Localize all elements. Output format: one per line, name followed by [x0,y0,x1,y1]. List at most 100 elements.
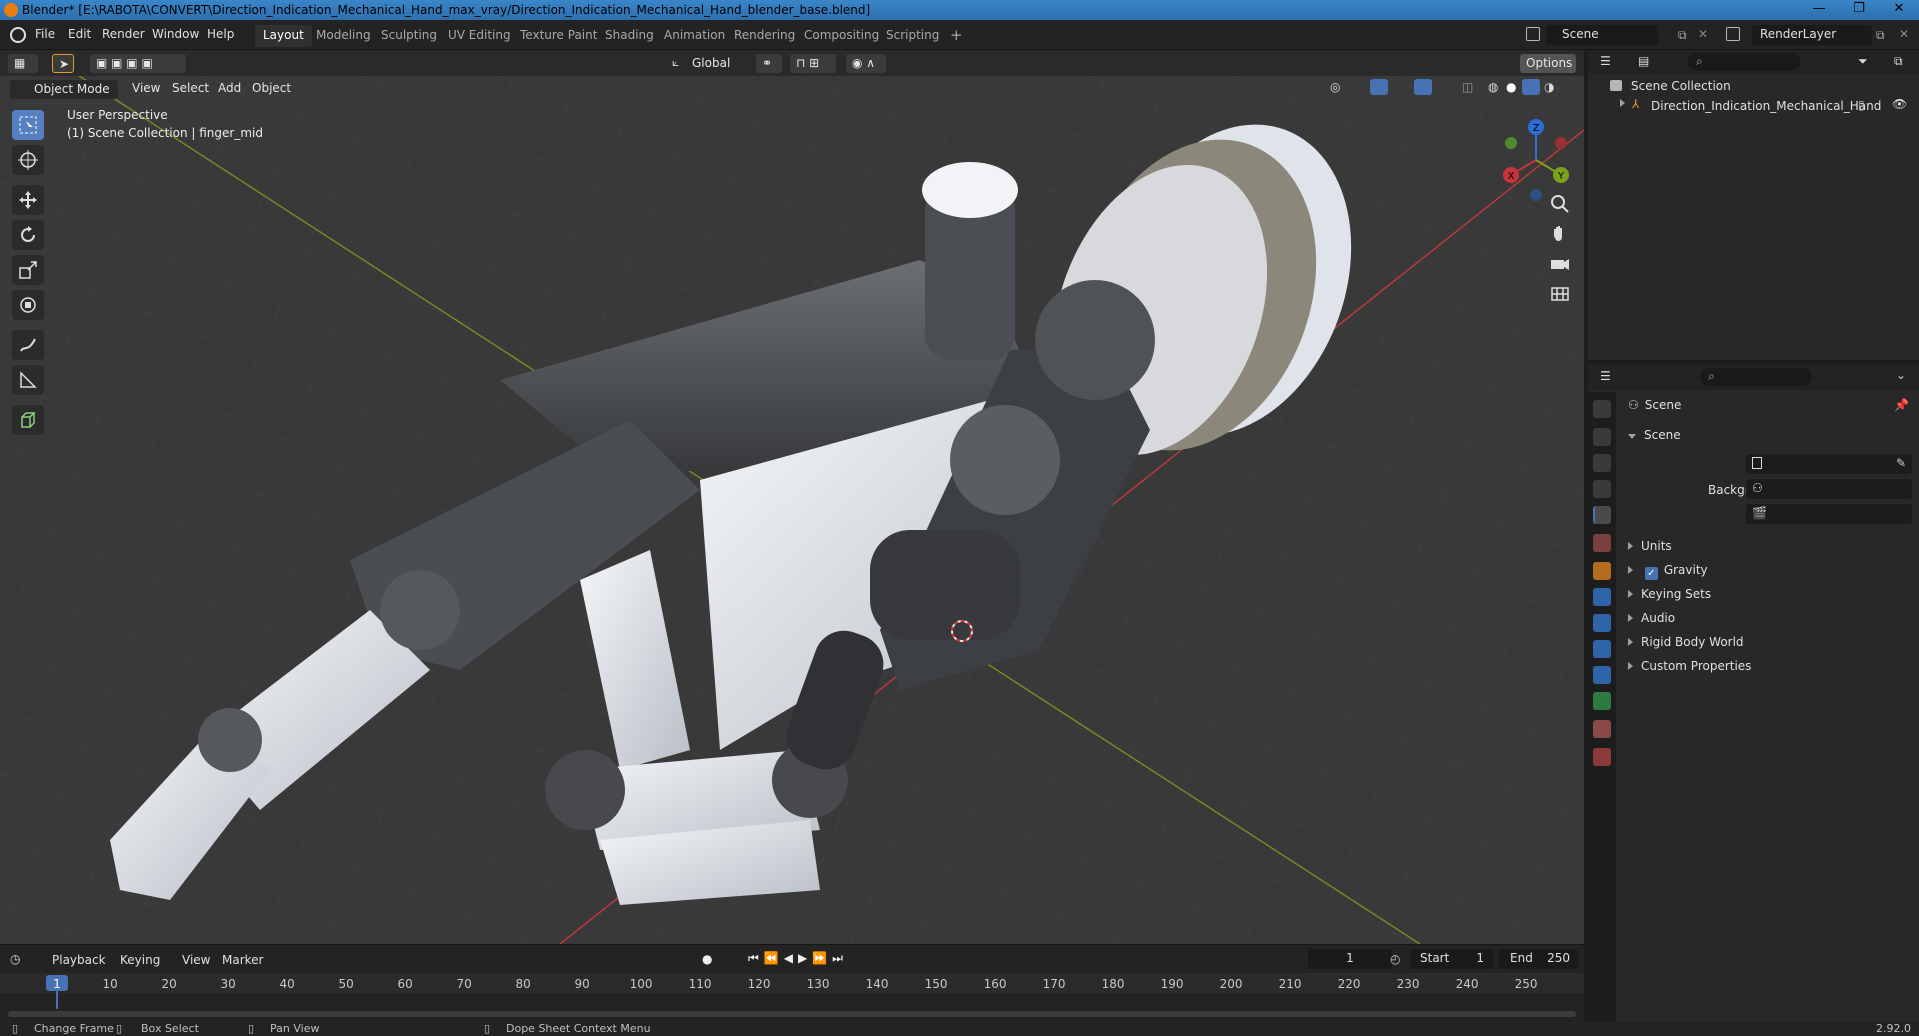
selection-mode-buttons[interactable]: ▣ ▣ ▣ ▣ [90,54,186,73]
timeline-editor-type-icon[interactable]: ◷ [10,952,20,966]
xray-toggle-icon[interactable]: ◫ [1462,80,1473,94]
tab-animation[interactable]: Animation [656,25,733,47]
minimize-button[interactable]: — [1799,0,1839,20]
units-panel[interactable]: Units [1628,539,1672,553]
expand-arrow-icon[interactable] [1620,99,1625,107]
particles-tab-icon[interactable] [1593,614,1611,632]
tab-layout[interactable]: Layout [255,25,312,47]
scene-panel-header[interactable]: Scene [1628,428,1681,442]
rendered-shading-icon[interactable]: ◑ [1544,80,1554,94]
tab-uv-editing[interactable]: UV Editing [440,25,519,47]
gizmo-toggle-icon[interactable] [1370,79,1388,95]
tab-scripting[interactable]: Scripting [878,25,947,47]
material-tab-icon[interactable] [1593,720,1611,738]
material-shading-icon[interactable] [1522,79,1540,95]
active-clip-field[interactable]: 🎬 [1746,504,1912,524]
properties-search-field[interactable]: ⌕ [1700,368,1812,386]
timeline-editor[interactable]: ◷ Playback Keying View Marker ● ⏮⏪◀▶⏩⏭ 1… [0,944,1584,1022]
menu-add[interactable]: Add [218,81,241,95]
outliner-editor[interactable]: ☰ ▤ ⌕ ⏷ ⧉ Scene Collection ⅄ Direction_I… [1588,50,1919,360]
zoom-icon[interactable] [1546,190,1574,218]
tool-scale[interactable] [12,255,44,285]
custom-properties-panel[interactable]: Custom Properties [1628,659,1751,673]
pin-icon[interactable]: 📌 [1894,398,1909,412]
menu-object[interactable]: Object [252,81,291,95]
menu-view[interactable]: View [132,81,160,95]
add-workspace-button[interactable]: + [942,23,971,45]
world-tab-icon[interactable] [1593,534,1611,552]
properties-editor-type-icon[interactable]: ☰ [1600,369,1611,383]
scene-new-icon[interactable]: ⧉ [1678,28,1687,43]
proportional-edit-icon[interactable]: ◉ ∧ [846,54,886,73]
visibility-icon[interactable]: ◎ [1330,80,1340,94]
view-layer-selector[interactable]: RenderLayer [1752,25,1872,45]
menu-playback[interactable]: Playback [52,953,106,967]
scene-remove-icon[interactable]: ✕ [1698,27,1708,41]
select-tool-icon[interactable]: ➤ [52,54,74,73]
background-scene-field[interactable]: ⚇ [1746,479,1912,499]
tool-cursor[interactable] [12,145,44,175]
view-layer-new-icon[interactable]: ⧉ [1876,28,1885,43]
physics-tab-icon[interactable] [1593,640,1611,658]
camera-field[interactable]: ✎ [1746,454,1912,474]
audio-panel[interactable]: Audio [1628,611,1675,625]
menu-marker[interactable]: Marker [222,953,263,967]
menu-file[interactable]: File [35,27,55,41]
tool-annotate[interactable] [12,330,44,360]
overlay-toggle-icon[interactable] [1414,79,1432,95]
tool-transform[interactable] [12,290,44,320]
playback-controls[interactable]: ⏮⏪◀▶⏩⏭ [748,951,848,966]
tab-rendering[interactable]: Rendering [726,25,803,47]
mode-dropdown[interactable]: Object Mode [10,80,118,99]
record-keyframe-icon[interactable]: ● [702,952,712,966]
transform-orientation-dropdown[interactable]: Global [686,54,746,73]
solid-shading-icon[interactable]: ● [1506,80,1516,94]
display-mode-icon[interactable]: ▤ [1638,54,1649,68]
tab-compositing[interactable]: Compositing [796,25,887,47]
filter-icon[interactable]: ⏷ [1858,54,1868,69]
gravity-panel[interactable]: ✓ Gravity [1628,563,1708,580]
3d-viewport[interactable]: ▦ ➤ ▣ ▣ ▣ ▣ ⟀ Global ⚭ ⊓ ⊞ ◉ ∧ Options O… [0,50,1584,944]
object-data-tab-icon[interactable] [1593,692,1611,710]
blender-menu-icon[interactable] [10,27,26,43]
end-frame-field[interactable]: End 250 [1498,949,1578,969]
output-tab-icon[interactable] [1593,454,1611,472]
editor-type-icon[interactable]: ▦ [8,54,38,73]
eyedropper-icon[interactable]: ✎ [1896,456,1906,470]
tab-shading[interactable]: Shading [597,25,662,47]
scene-selector[interactable]: Scene [1546,25,1658,45]
properties-editor[interactable]: ☰ ⌕ ⌄ ⚇Scene 📌 Scene Camera ✎ Background… [1588,364,1919,1022]
tab-sculpting[interactable]: Sculpting [373,25,445,47]
outliner-scene-collection[interactable]: Scene Collection [1588,76,1919,96]
pan-hand-icon[interactable] [1546,220,1574,248]
tool-tab-icon[interactable] [1593,400,1611,418]
view-layer-tab-icon[interactable] [1593,480,1611,498]
visibility-eye-icon[interactable]: 👁 [1892,97,1907,111]
close-button[interactable]: ✕ [1879,0,1919,20]
menu-select[interactable]: Select [172,81,209,95]
current-frame-field[interactable]: 1 [1308,949,1392,969]
constraints-tab-icon[interactable] [1593,666,1611,684]
scene-browse-icon[interactable] [1526,27,1540,41]
options-dropdown[interactable]: Options [1520,54,1576,73]
gravity-checkbox[interactable]: ✓ [1644,567,1658,580]
scene-tab-icon[interactable] [1593,506,1611,524]
texture-tab-icon[interactable] [1593,748,1611,766]
object-tab-icon[interactable] [1593,562,1611,580]
menu-render[interactable]: Render [102,27,145,41]
tool-select-box[interactable] [12,110,44,140]
tab-modeling[interactable]: Modeling [308,25,379,47]
wireframe-shading-icon[interactable]: ◍ [1488,80,1498,94]
tool-rotate[interactable] [12,220,44,250]
menu-keying[interactable]: Keying [120,953,160,967]
outliner-object-row[interactable]: ⅄ Direction_Indication_Mechanical_Hand ▯… [1588,96,1919,116]
camera-view-icon[interactable] [1546,250,1574,278]
snap-toggle-icon[interactable]: ⊓ ⊞ [790,54,836,73]
perspective-toggle-icon[interactable] [1546,280,1574,308]
tool-measure[interactable] [12,365,44,395]
view-layer-remove-icon[interactable]: ✕ [1899,27,1909,41]
tab-texture-paint[interactable]: Texture Paint [512,25,605,47]
timeline-scrollbar[interactable] [8,1011,1576,1017]
pivot-point-icon[interactable]: ⚭ [756,54,782,73]
properties-options-icon[interactable]: ⌄ [1896,368,1906,382]
